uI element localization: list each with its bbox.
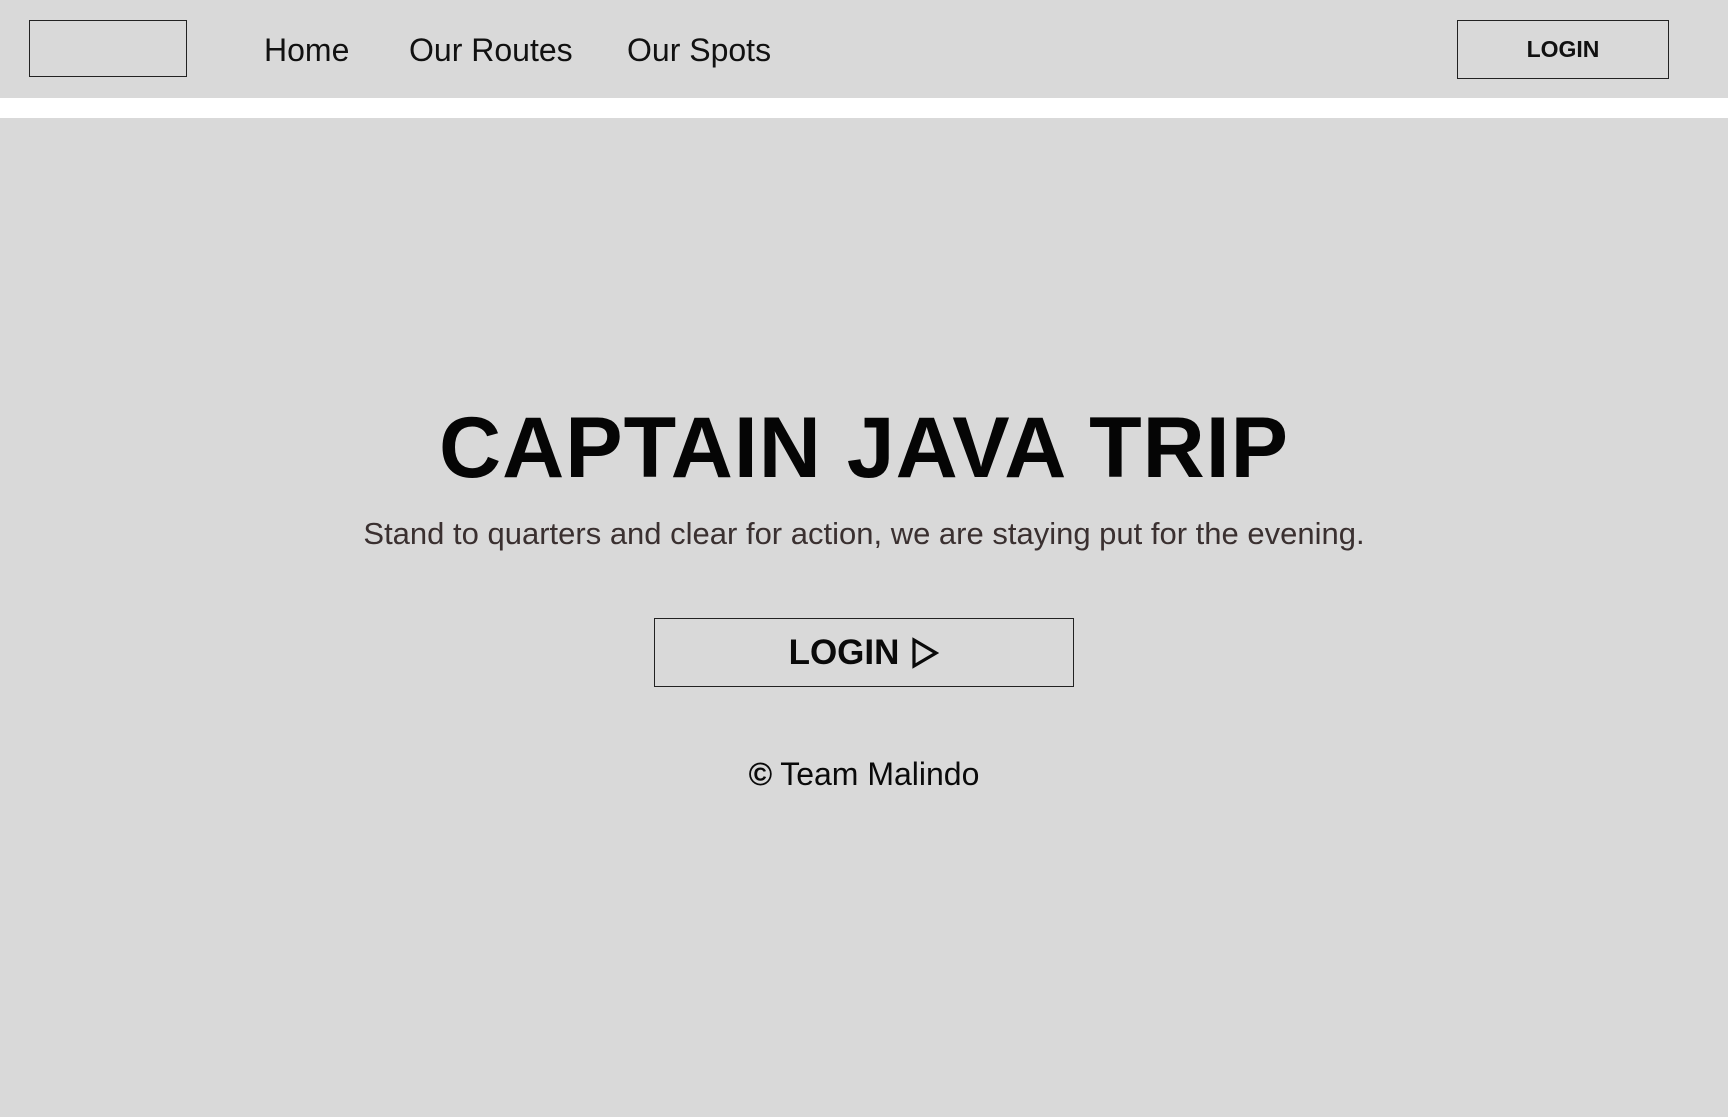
nav-link-our-spots[interactable]: Our Spots <box>627 30 771 70</box>
header-login-label: LOGIN <box>1526 36 1600 62</box>
nav-link-home[interactable]: Home <box>264 30 349 70</box>
nav-link-our-routes[interactable]: Our Routes <box>409 30 573 70</box>
hero-login-button[interactable]: LOGIN <box>654 618 1074 687</box>
hero-section: CAPTAIN JAVA TRIP Stand to quarters and … <box>0 118 1728 1117</box>
play-triangle-icon <box>912 636 940 669</box>
nav-links: Home Our Routes Our Spots <box>0 0 900 98</box>
hero-login-label: LOGIN <box>788 632 900 672</box>
landing-page: Home Our Routes Our Spots LOGIN CAPTAIN … <box>0 0 1728 1117</box>
header-login-button[interactable]: LOGIN <box>1457 20 1669 79</box>
hero-subtitle: Stand to quarters and clear for action, … <box>363 516 1365 551</box>
footer-credit-text: Team Malindo <box>780 756 980 792</box>
copyright-icon: © <box>748 756 773 792</box>
hero-title: CAPTAIN JAVA TRIP <box>439 400 1289 496</box>
footer-credit: © Team Malindo <box>0 754 1728 794</box>
navbar: Home Our Routes Our Spots LOGIN <box>0 0 1728 98</box>
